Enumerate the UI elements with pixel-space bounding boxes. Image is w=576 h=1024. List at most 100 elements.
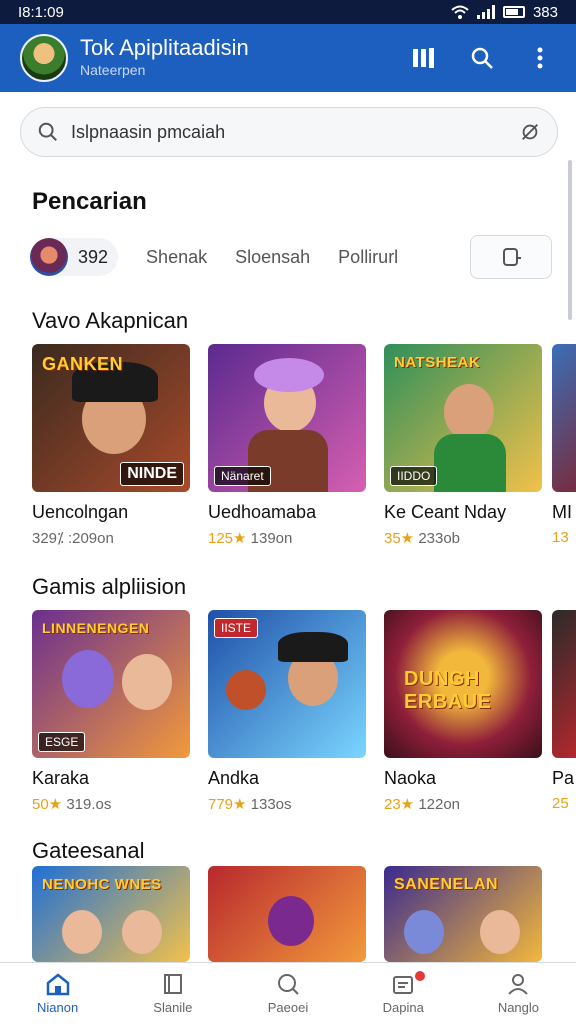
card-row-2: LINNENENGEN ESGE Karaka 50★ 319.os IISTE… bbox=[32, 610, 542, 813]
app-meta: 779★ 133os bbox=[208, 795, 366, 813]
app-rating: 125★ bbox=[208, 530, 247, 547]
library-icon bbox=[413, 48, 434, 68]
search-bar[interactable]: Islpnaasin pmcaiah bbox=[20, 107, 558, 157]
app-thumbnail[interactable]: IISTE bbox=[208, 610, 366, 758]
app-card[interactable]: LINNENENGEN ESGE Karaka 50★ 319.os bbox=[32, 610, 190, 813]
app-rating: 779★ bbox=[208, 796, 247, 813]
app-name: Andka bbox=[208, 768, 260, 788]
app-size: 139on bbox=[250, 530, 293, 547]
library-icon bbox=[163, 974, 182, 994]
library-button[interactable] bbox=[408, 42, 440, 74]
app-thumbnail[interactable]: GANKEN NINDE bbox=[32, 344, 190, 492]
app-card[interactable] bbox=[208, 866, 366, 962]
filter-item-3[interactable]: Pollirurl bbox=[338, 247, 398, 268]
section-title-1: Vavo Akapnican bbox=[32, 308, 189, 333]
app-rating: 25 bbox=[552, 795, 569, 812]
app-card[interactable]: DUNGH ERBAUE Naoka 23★ 122on bbox=[384, 610, 542, 813]
thumb-banner: NENOHC WNES bbox=[42, 876, 162, 893]
nav-label: Dapina bbox=[382, 1000, 424, 1015]
search-icon bbox=[278, 974, 299, 995]
app-card-partial[interactable]: Pa 25 bbox=[552, 610, 576, 812]
scrollbar[interactable] bbox=[568, 160, 572, 320]
more-vertical-icon bbox=[537, 47, 543, 69]
filter-item-1[interactable]: Shenak bbox=[146, 247, 207, 268]
status-indicators: 383 bbox=[451, 4, 558, 21]
app-thumbnail[interactable]: DUNGH ERBAUE bbox=[384, 610, 542, 758]
app-card[interactable]: NENOHC WNES bbox=[32, 866, 190, 962]
thumb-banner: SANENELAN bbox=[394, 876, 499, 893]
app-rating: 23★ bbox=[384, 796, 415, 813]
app-name: Uencolngan bbox=[32, 502, 129, 522]
filter-icon bbox=[503, 248, 521, 266]
app-title: Tok Apiplitaadisin bbox=[80, 35, 249, 60]
app-size: 319.os bbox=[66, 796, 112, 813]
app-size: 133os bbox=[250, 796, 292, 813]
app-card[interactable]: IISTE Andka 779★ 133os bbox=[208, 610, 366, 813]
app-thumbnail[interactable] bbox=[208, 866, 366, 962]
search-icon bbox=[38, 122, 57, 141]
app-meta: 35★ 233ob bbox=[384, 529, 542, 547]
search-input[interactable]: Islpnaasin pmcaiah bbox=[71, 122, 519, 143]
nav-item-inbox[interactable]: Dapina bbox=[346, 963, 461, 1024]
inbox-icon bbox=[393, 976, 414, 994]
app-name: Pa bbox=[552, 768, 575, 788]
nav-label: Nanglo bbox=[497, 1000, 540, 1015]
notification-badge bbox=[414, 971, 425, 981]
nav-label: Slanile bbox=[153, 1000, 193, 1015]
app-title-block: Tok Apiplitaadisin Nateerpen bbox=[80, 36, 408, 80]
app-name: Karaka bbox=[32, 768, 90, 788]
app-thumbnail[interactable]: LINNENENGEN ESGE bbox=[32, 610, 190, 758]
thumb-banner: GANKEN bbox=[42, 354, 124, 374]
status-time: I8:1:09 bbox=[18, 3, 64, 21]
page-title: Pencarian bbox=[32, 188, 147, 215]
app-thumbnail[interactable]: SANENELAN bbox=[384, 866, 542, 962]
more-button[interactable] bbox=[524, 42, 556, 74]
section-title-3: Gateesanal bbox=[32, 838, 145, 863]
app-card[interactable]: Nänaret Uedhoamaba 125★ 139on bbox=[208, 344, 366, 547]
status-bar: I8:1:09 383 bbox=[0, 0, 576, 24]
app-bar-actions bbox=[408, 42, 556, 74]
app-rating: 50★ bbox=[32, 796, 63, 813]
app-thumbnail[interactable] bbox=[552, 610, 576, 758]
app-thumbnail[interactable]: Nänaret bbox=[208, 344, 366, 492]
app-meta: 329⁒ :209on bbox=[32, 530, 114, 547]
app-meta: 125★ 139on bbox=[208, 529, 366, 547]
nav-item-home[interactable]: Nianon bbox=[0, 963, 115, 1024]
app-size: 122on bbox=[418, 796, 461, 813]
app-thumbnail[interactable] bbox=[552, 344, 576, 492]
app-card[interactable]: NATSHEAK IIDDO Ke Ceant Nday 35★ 233ob bbox=[384, 344, 542, 547]
app-card[interactable]: SANENELAN bbox=[384, 866, 542, 962]
search-button[interactable] bbox=[466, 42, 498, 74]
thumb-tag: IISTE bbox=[214, 618, 259, 638]
nav-item-search[interactable]: Paeoei bbox=[230, 963, 345, 1024]
app-name: Ke Ceant Nday bbox=[384, 502, 507, 522]
app-card-partial[interactable]: MI 13 bbox=[552, 344, 576, 546]
app-thumbnail[interactable]: NENOHC WNES bbox=[32, 866, 190, 962]
app-meta: 23★ 122on bbox=[384, 795, 542, 813]
thumb-banner: LINNENENGEN bbox=[42, 620, 150, 636]
voice-search-icon[interactable] bbox=[519, 121, 541, 143]
nav-item-library[interactable]: Slanile bbox=[115, 963, 230, 1024]
card-row-1: GANKEN NINDE Uencolngan 329⁒ :209on Näna… bbox=[32, 344, 542, 547]
thumb-tag: NINDE bbox=[120, 462, 184, 486]
filter-chip-selected[interactable]: 392 bbox=[30, 238, 119, 276]
wifi-icon bbox=[451, 5, 469, 19]
search-icon bbox=[471, 47, 493, 69]
app-thumbnail[interactable]: NATSHEAK IIDDO bbox=[384, 344, 542, 492]
filter-button[interactable] bbox=[470, 235, 552, 279]
nav-item-profile[interactable]: Nanglo bbox=[461, 963, 576, 1024]
profile-icon bbox=[508, 974, 529, 995]
app-name: Uedhoamaba bbox=[208, 502, 317, 522]
thumb-banner: DUNGH ERBAUE bbox=[404, 668, 492, 713]
app-card[interactable]: GANKEN NINDE Uencolngan 329⁒ :209on bbox=[32, 344, 190, 547]
signal-icon bbox=[476, 5, 495, 19]
battery-level: 383 bbox=[532, 3, 558, 21]
card-row-3: NENOHC WNES SANENELAN bbox=[32, 866, 542, 962]
filter-item-2[interactable]: Sloensah bbox=[235, 247, 310, 268]
avatar[interactable] bbox=[20, 34, 68, 82]
home-icon bbox=[46, 973, 69, 996]
nav-label: Paeoei bbox=[267, 1000, 309, 1015]
filter-bar: 392 Shenak Sloensah Pollirurl bbox=[30, 234, 552, 280]
thumb-banner: NATSHEAK bbox=[394, 354, 481, 371]
app-meta: 50★ 319.os bbox=[32, 795, 190, 813]
